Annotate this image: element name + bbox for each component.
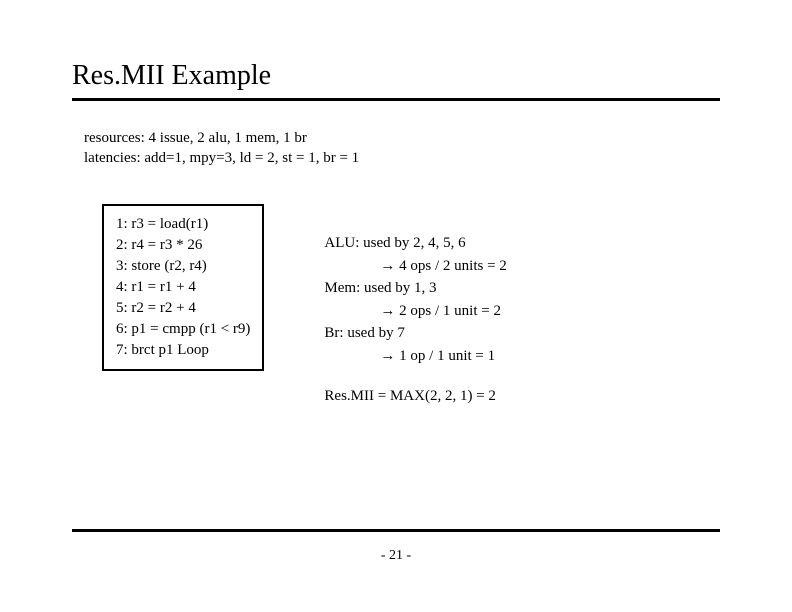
mem-math-text: 2 ops / 1 unit = 2: [395, 303, 501, 319]
code-block: 1: r3 = load(r1) 2: r4 = r3 * 26 3: stor…: [102, 204, 264, 371]
arrow-icon: →: [380, 302, 395, 319]
alu-math: → 4 ops / 2 units = 2: [380, 255, 506, 278]
mem-line: Mem: used by 1, 3: [324, 277, 506, 300]
alu-math-text: 4 ops / 2 units = 2: [395, 258, 506, 274]
br-line: Br: used by 7: [324, 322, 506, 345]
br-math-text: 1 op / 1 unit = 1: [395, 348, 495, 364]
resources-line: resources: 4 issue, 2 alu, 1 mem, 1 br: [84, 129, 720, 149]
alu-line: ALU: used by 2, 4, 5, 6: [324, 232, 506, 255]
page-title: Res.MII Example: [72, 60, 720, 92]
code-line: 4: r1 = r1 + 4: [116, 277, 250, 298]
resource-meta: resources: 4 issue, 2 alu, 1 mem, 1 br l…: [84, 129, 720, 168]
latencies-line: latencies: add=1, mpy=3, ld = 2, st = 1,…: [84, 149, 720, 169]
code-line: 3: store (r2, r4): [116, 256, 250, 277]
code-line: 5: r2 = r2 + 4: [116, 298, 250, 319]
calculation-block: ALU: used by 2, 4, 5, 6 → 4 ops / 2 unit…: [324, 232, 506, 408]
code-line: 7: brct p1 Loop: [116, 340, 250, 361]
title-divider: [72, 98, 720, 101]
br-math: → 1 op / 1 unit = 1: [380, 345, 506, 368]
code-line: 1: r3 = load(r1): [116, 214, 250, 235]
arrow-icon: →: [380, 257, 395, 274]
footer-divider: [72, 529, 720, 532]
mem-math: → 2 ops / 1 unit = 2: [380, 300, 506, 323]
arrow-icon: →: [380, 347, 395, 364]
page-number: - 21 -: [0, 548, 792, 564]
content-row: 1: r3 = load(r1) 2: r4 = r3 * 26 3: stor…: [102, 204, 720, 408]
code-line: 2: r4 = r3 * 26: [116, 235, 250, 256]
code-line: 6: p1 = cmpp (r1 < r9): [116, 319, 250, 340]
resmii-result: Res.MII = MAX(2, 2, 1) = 2: [324, 385, 506, 408]
